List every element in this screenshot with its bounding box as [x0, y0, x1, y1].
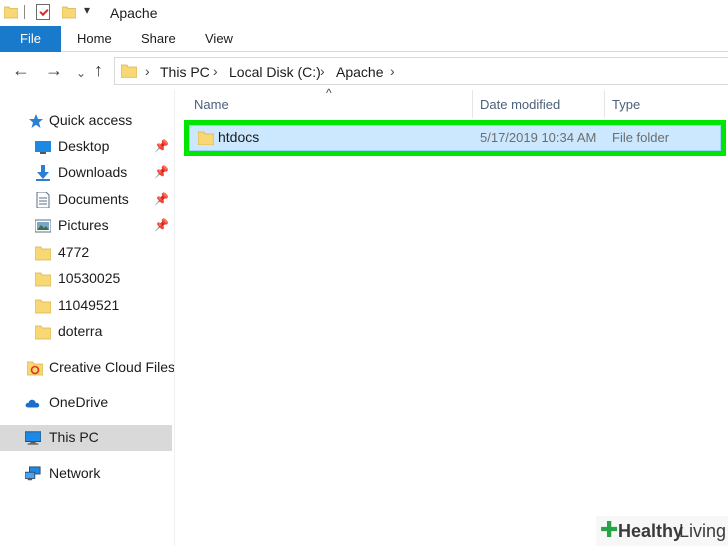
sidebar-item-pictures[interactable]: Pictures 📌 [0, 213, 172, 239]
sidebar-item-folder[interactable]: doterra [0, 319, 172, 345]
breadcrumb-this-pc[interactable]: This PC [160, 64, 210, 80]
computer-icon [25, 431, 41, 445]
sidebar-item-label: Downloads [58, 164, 128, 180]
navigation-row: ← → ⌄ ↑ › This PC › Local Disk (C:) › Ap… [0, 52, 728, 90]
healthy-living-watermark: ✚ Healthy Living [596, 516, 728, 546]
creative-cloud-folder-icon [27, 361, 43, 376]
tab-home[interactable]: Home [77, 26, 112, 52]
sidebar-item-this-pc[interactable]: This PC [0, 425, 172, 451]
watermark-word: Healthy [618, 521, 684, 541]
sidebar-item-label: 10530025 [58, 270, 121, 286]
breadcrumb-chevron[interactable]: › [320, 63, 325, 79]
folder-icon [35, 325, 51, 340]
pictures-icon [35, 219, 51, 233]
sidebar-item-label: OneDrive [49, 394, 109, 410]
column-header-type[interactable]: Type [612, 97, 640, 112]
title-bar: ▾ Apache [0, 0, 728, 26]
folder-icon [35, 246, 51, 261]
table-row[interactable]: htdocs 5/17/2019 10:34 AM File folder [189, 125, 721, 151]
tab-share[interactable]: Share [141, 26, 176, 52]
sidebar-item-label: doterra [58, 323, 103, 339]
window-title: Apache [110, 5, 158, 21]
column-divider[interactable] [604, 90, 605, 118]
address-bar[interactable]: › This PC › Local Disk (C:) › Apache › [114, 57, 728, 85]
breadcrumb-apache[interactable]: Apache [336, 64, 383, 80]
recent-locations-icon[interactable]: ⌄ [76, 64, 86, 82]
navigation-pane: Quick access Desktop 📌 Downloads 📌 Docum… [0, 90, 176, 546]
sidebar-item-desktop[interactable]: Desktop 📌 [0, 134, 172, 160]
folder-icon[interactable] [4, 5, 18, 19]
column-header-date-modified[interactable]: Date modified [480, 97, 560, 112]
sidebar-item-onedrive[interactable]: OneDrive [0, 390, 172, 416]
sidebar-item-label: 11049521 [58, 297, 120, 313]
tab-file[interactable]: File [0, 26, 61, 52]
up-icon[interactable]: ↑ [94, 61, 103, 79]
pin-icon[interactable]: 📌 [154, 139, 169, 153]
back-icon[interactable]: ← [12, 61, 30, 79]
sidebar-item-label: Documents [58, 191, 129, 207]
sidebar-item-label: Network [49, 465, 101, 481]
sidebar-item-label: Creative Cloud Files [49, 359, 176, 375]
breadcrumb-chevron[interactable]: › [213, 63, 218, 79]
file-date-modified: 5/17/2019 10:34 AM [480, 130, 597, 145]
pane-divider[interactable] [174, 90, 175, 546]
properties-icon[interactable] [36, 4, 50, 20]
ribbon-tabs: File Home Share View [0, 26, 728, 52]
network-icon [25, 466, 41, 481]
pin-icon[interactable]: 📌 [154, 165, 169, 179]
tab-view[interactable]: View [205, 26, 233, 52]
sidebar-item-documents[interactable]: Documents 📌 [0, 187, 172, 213]
folder-icon [198, 131, 214, 145]
breadcrumb-chevron[interactable]: › [145, 63, 150, 79]
sidebar-item-downloads[interactable]: Downloads 📌 [0, 160, 172, 186]
documents-icon [36, 192, 50, 208]
sidebar-item-label: Pictures [58, 217, 109, 233]
plus-logo-icon: ✚ [600, 517, 619, 542]
file-name[interactable]: htdocs [218, 129, 259, 145]
sidebar-item-quick-access[interactable]: Quick access [0, 108, 172, 134]
separator [24, 5, 25, 19]
customize-quick-access-icon[interactable]: ▾ [84, 3, 90, 17]
folder-icon [35, 299, 51, 314]
star-icon [29, 114, 43, 128]
file-list: ^ Name Date modified Type htdocs 5/17/20… [176, 86, 728, 546]
sidebar-item-label: This PC [49, 429, 99, 445]
folder-icon [121, 64, 137, 78]
folder-icon [35, 272, 51, 287]
downloads-icon [36, 165, 50, 181]
sort-ascending-icon: ^ [326, 86, 332, 100]
watermark-word: Living [679, 521, 727, 541]
desktop-icon [35, 141, 51, 154]
sidebar-item-folder[interactable]: 10530025 [0, 266, 172, 292]
pin-icon[interactable]: 📌 [154, 192, 169, 206]
breadcrumb-chevron[interactable]: › [390, 63, 395, 79]
sidebar-item-label: Quick access [49, 112, 133, 128]
column-divider[interactable] [472, 90, 473, 118]
file-type: File folder [612, 130, 670, 145]
sidebar-item-creative-cloud[interactable]: Creative Cloud Files [0, 355, 176, 381]
sidebar-item-label: 4772 [58, 244, 90, 260]
column-header-name[interactable]: Name [194, 97, 229, 112]
sidebar-item-folder[interactable]: 11049521 [0, 293, 172, 319]
new-folder-icon[interactable] [62, 5, 76, 19]
cloud-icon [25, 399, 40, 408]
sidebar-item-label: Desktop [58, 138, 110, 154]
sidebar-item-folder[interactable]: 4772 [0, 240, 172, 266]
sidebar-item-network[interactable]: Network [0, 461, 172, 487]
forward-icon[interactable]: → [45, 61, 63, 79]
breadcrumb-local-disk[interactable]: Local Disk (C:) [229, 64, 321, 80]
pin-icon[interactable]: 📌 [154, 218, 169, 232]
